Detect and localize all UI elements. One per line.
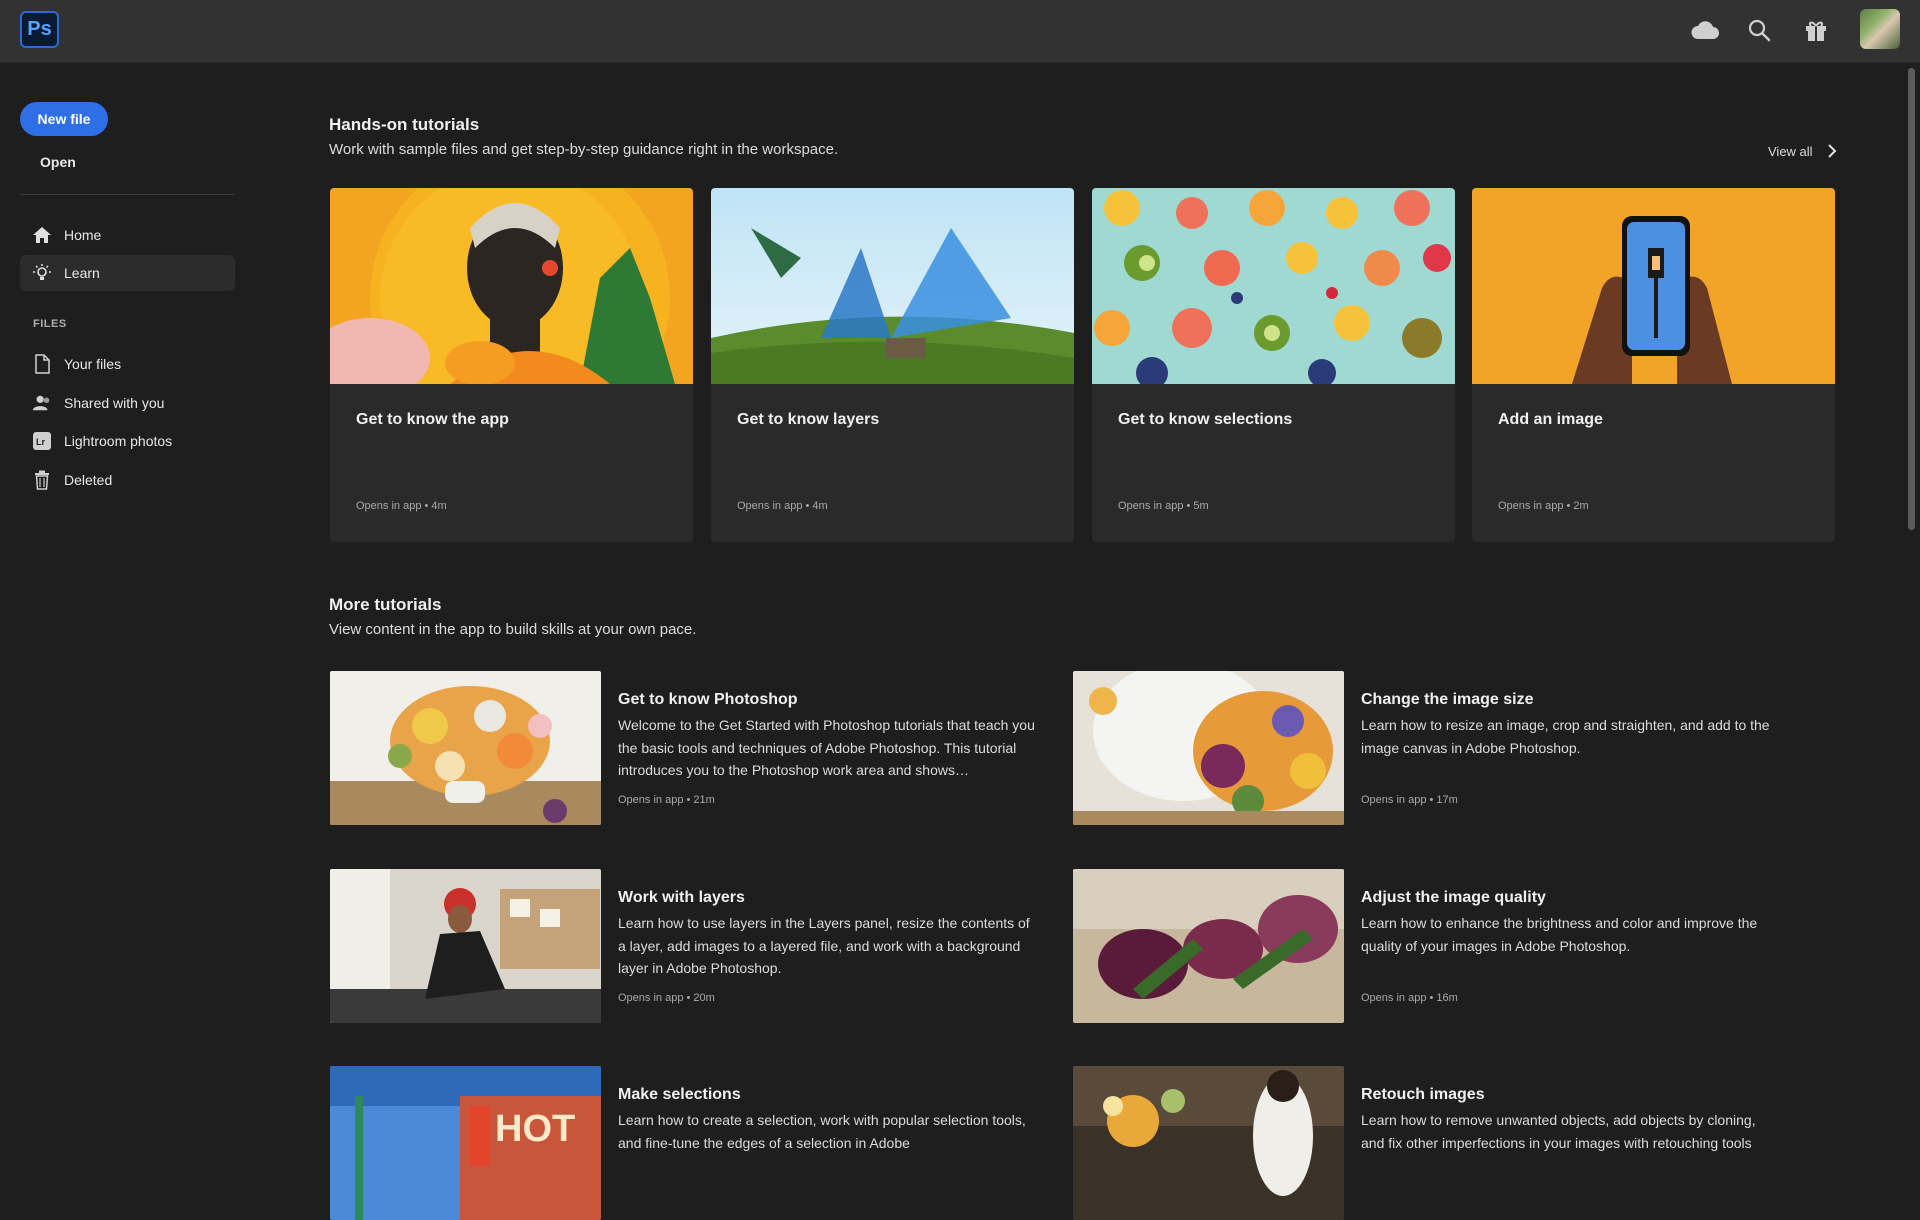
tutorial-description: Learn how to use layers in the Layers pa… (618, 915, 1030, 976)
more-tutorials-subtitle: View content in the app to build skills … (329, 621, 697, 638)
avatar[interactable] (1860, 9, 1900, 49)
gift-icon[interactable] (1801, 15, 1831, 45)
hands-on-subtitle: Work with sample files and get step-by-s… (329, 141, 839, 158)
view-all-link[interactable]: View all (1768, 143, 1837, 159)
hands-on-title: Hands-on tutorials (329, 115, 480, 134)
tutorial-thumbnail (1073, 671, 1344, 825)
tutorial-title: Make selections (618, 1086, 741, 1103)
tutorial-title: Get to know Photoshop (618, 691, 798, 708)
sidebar-item-shared-with-you[interactable]: Shared with you (20, 385, 235, 421)
open-button[interactable]: Open (40, 154, 76, 170)
sidebar-item-home[interactable]: Home (20, 217, 235, 253)
card-thumbnail (711, 188, 1074, 384)
card-meta: Opens in app • 4m (737, 500, 828, 512)
sidebar: New file Open Home Learn FILES Your file… (0, 63, 240, 1144)
tutorial-title: Work with layers (618, 889, 745, 906)
sidebar-item-your-files[interactable]: Your files (20, 346, 235, 382)
tutorial-item-retouch-images[interactable]: Retouch images Learn how to remove unwan… (1073, 1066, 1793, 1220)
tutorial-description: Learn how to enhance the brightness and … (1361, 915, 1758, 954)
chevron-right-icon (1827, 144, 1836, 158)
card-meta: Opens in app • 4m (356, 500, 447, 512)
file-icon (32, 354, 52, 374)
home-icon (32, 225, 52, 245)
people-icon (32, 393, 52, 413)
sidebar-divider (20, 194, 235, 195)
tutorial-card-add-image[interactable]: Add an image Opens in app • 2m (1472, 188, 1835, 542)
tutorial-item-make-selections[interactable]: HOT Make selections Learn how to create … (330, 1066, 1050, 1220)
lightroom-icon: Lr (32, 431, 52, 451)
lightbulb-icon (32, 263, 52, 283)
photoshop-logo[interactable]: Ps (20, 11, 59, 48)
tutorial-item-know-photoshop[interactable]: Get to know Photoshop Welcome to the Get… (330, 671, 1050, 825)
tutorial-item-adjust-image-quality[interactable]: Adjust the image quality Learn how to en… (1073, 869, 1793, 1023)
tutorial-item-work-with-layers[interactable]: Work with layers Learn how to use layers… (330, 869, 1050, 1023)
tutorial-description: Learn how to remove unwanted objects, ad… (1361, 1112, 1756, 1151)
scrollbar-thumb[interactable] (1908, 68, 1915, 530)
card-thumbnail (330, 188, 693, 384)
sidebar-item-learn[interactable]: Learn (20, 255, 235, 291)
card-title: Get to know the app (356, 411, 509, 428)
sidebar-item-label: Home (64, 227, 102, 243)
search-icon[interactable] (1744, 15, 1774, 45)
tutorial-meta: Opens in app • 16m (1361, 992, 1458, 1004)
tutorial-thumbnail (1073, 869, 1344, 1023)
card-title: Get to know selections (1118, 411, 1293, 428)
view-all-label: View all (1768, 143, 1813, 159)
sidebar-item-label: Lightroom photos (64, 433, 173, 449)
tutorial-thumbnail: HOT (330, 1066, 601, 1220)
tutorial-meta: Opens in app • 17m (1361, 794, 1458, 806)
tutorial-card-know-app[interactable]: Get to know the app Opens in app • 4m (330, 188, 693, 542)
sidebar-item-label: Learn (64, 265, 100, 281)
new-file-button[interactable]: New file (20, 102, 108, 136)
files-section-header: FILES (33, 318, 67, 330)
tutorial-item-change-image-size[interactable]: Change the image size Learn how to resiz… (1073, 671, 1793, 825)
top-bar: Ps (0, 0, 1920, 63)
card-thumbnail (1092, 188, 1455, 384)
tutorial-description: Learn how to resize an image, crop and s… (1361, 717, 1770, 756)
sidebar-item-label: Your files (64, 356, 122, 372)
sidebar-item-label: Deleted (64, 472, 113, 488)
tutorial-description: Welcome to the Get Started with Photosho… (618, 717, 1035, 778)
card-thumbnail (1472, 188, 1835, 384)
card-title: Add an image (1498, 411, 1603, 428)
tutorial-thumbnail (330, 671, 601, 825)
tutorial-card-know-layers[interactable]: Get to know layers Opens in app • 4m (711, 188, 1074, 542)
card-title: Get to know layers (737, 411, 880, 428)
tutorial-meta: Opens in app • 21m (618, 794, 715, 806)
tutorial-meta: Opens in app • 20m (618, 992, 715, 1004)
card-meta: Opens in app • 2m (1498, 500, 1589, 512)
sidebar-item-deleted[interactable]: Deleted (20, 462, 235, 498)
svg-text:Lr: Lr (36, 437, 45, 447)
trash-icon (32, 470, 52, 490)
sidebar-item-label: Shared with you (64, 395, 165, 411)
tutorial-card-know-selections[interactable]: Get to know selections Opens in app • 5m (1092, 188, 1455, 542)
tutorial-thumbnail (1073, 1066, 1344, 1220)
sidebar-item-lightroom-photos[interactable]: Lr Lightroom photos (20, 423, 235, 459)
cloud-icon[interactable] (1690, 15, 1720, 45)
tutorial-title: Change the image size (1361, 691, 1534, 708)
tutorial-thumbnail (330, 869, 601, 1023)
tutorial-title: Adjust the image quality (1361, 889, 1546, 906)
tutorial-title: Retouch images (1361, 1086, 1485, 1103)
card-meta: Opens in app • 5m (1118, 500, 1209, 512)
more-tutorials-title: More tutorials (329, 595, 442, 614)
tutorial-description: Learn how to create a selection, work wi… (618, 1112, 1026, 1151)
